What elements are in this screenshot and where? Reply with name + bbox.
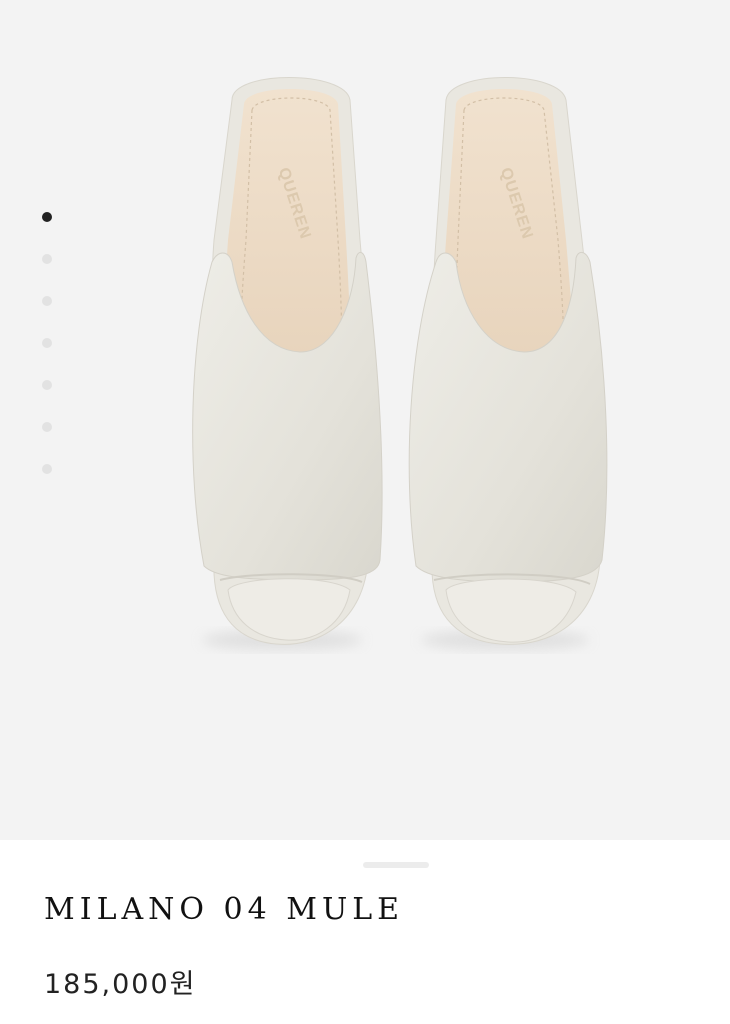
left-mule: QUEREN [192,77,383,650]
product-title: MILANO 04 MULE [44,892,405,927]
right-mule: QUEREN [408,77,608,650]
gallery-pagination [42,212,52,474]
gallery-dot-1[interactable] [42,212,52,222]
gallery-dot-6[interactable] [42,422,52,432]
gallery-dot-5[interactable] [42,380,52,390]
product-image-gallery[interactable]: QUEREN QUEREN [0,0,730,840]
product-price: 185,000원 [44,969,197,1000]
gallery-dot-3[interactable] [42,296,52,306]
gallery-dot-2[interactable] [42,254,52,264]
drag-handle[interactable] [363,862,429,868]
product-photo[interactable]: QUEREN QUEREN [0,0,730,840]
product-info-sheet: MILANO 04 MULE 185,000원 [0,840,730,1024]
gallery-dot-4[interactable] [42,338,52,348]
gallery-dot-7[interactable] [42,464,52,474]
